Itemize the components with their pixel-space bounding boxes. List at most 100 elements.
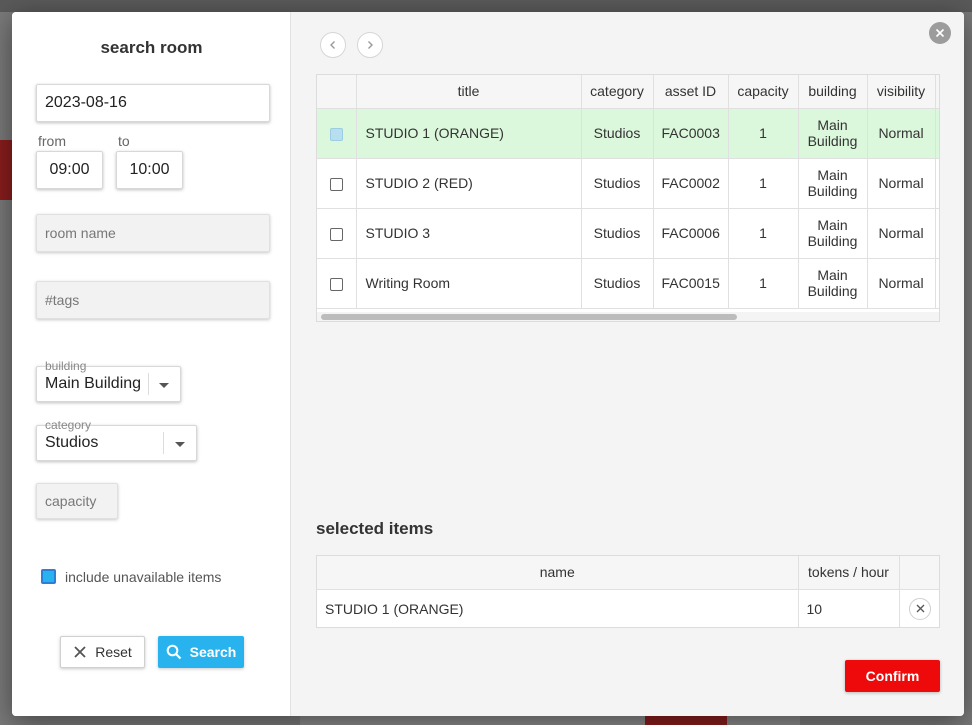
table-row[interactable]: Writing Room Studios FAC0015 1 Main Buil… [317, 258, 939, 309]
row-building: Main Building [798, 158, 868, 209]
row-select-cell [317, 208, 357, 259]
include-unavailable-label: include unavailable items [65, 569, 222, 585]
row-visibility: Normal [867, 158, 936, 209]
row-checkbox[interactable] [329, 177, 343, 191]
row-title: STUDIO 1 (ORANGE) [356, 108, 582, 159]
tags-input[interactable]: #tags [36, 281, 270, 319]
remove-item-button[interactable] [909, 597, 931, 620]
building-select-divider [148, 373, 149, 395]
column-header-name: name [317, 556, 799, 590]
row-building: Main Building [798, 258, 868, 309]
capacity-input[interactable]: capacity [36, 483, 118, 519]
row-category: Studios [581, 108, 654, 159]
search-button[interactable]: Search [158, 636, 244, 668]
column-header-overflow [935, 75, 939, 109]
row-visibility: Normal [867, 108, 936, 159]
building-value: Main Building [45, 375, 142, 392]
chevron-right-icon [368, 41, 373, 49]
row-capacity: 1 [728, 158, 799, 209]
row-checkbox[interactable] [329, 227, 343, 241]
prev-button[interactable] [320, 32, 346, 58]
table-row[interactable]: STUDIO 1 (ORANGE) Studios FAC0003 1 Main… [317, 108, 939, 159]
category-select-divider [163, 432, 164, 454]
column-header-asset-id[interactable]: asset ID [653, 75, 729, 109]
row-asset-id: FAC0015 [653, 258, 729, 309]
row-category: Studios [581, 258, 654, 309]
row-overflow-cell [935, 158, 939, 209]
building-label: building [45, 359, 87, 373]
row-category: Studios [581, 208, 654, 259]
row-building: Main Building [798, 208, 868, 259]
close-icon [935, 28, 945, 38]
close-icon [916, 604, 924, 613]
select-column-header [317, 75, 357, 109]
category-label: category [45, 418, 92, 432]
table-row[interactable]: STUDIO 2 (RED) Studios FAC0002 1 Main Bu… [317, 158, 939, 209]
to-label: to [118, 133, 130, 149]
background-topbar [0, 0, 972, 12]
column-header-actions [899, 556, 939, 590]
from-time-input[interactable]: 09:00 [36, 151, 103, 189]
row-building: Main Building [798, 108, 868, 159]
confirm-button[interactable]: Confirm [845, 660, 940, 692]
chevron-down-icon [175, 442, 185, 447]
dialog-close-button[interactable] [929, 22, 951, 44]
chevron-left-icon [330, 41, 335, 49]
background-sidebar-accent [0, 140, 12, 200]
reset-label: Reset [95, 644, 132, 660]
search-room-dialog: search room 2023-08-16 from to 09:00 10:… [12, 12, 964, 716]
selected-items-table: name tokens / hour STUDIO 1 (ORANGE) 10 [317, 556, 939, 627]
row-select-cell [317, 158, 357, 209]
to-time-input[interactable]: 10:00 [116, 151, 183, 189]
selected-items-table-container: name tokens / hour STUDIO 1 (ORANGE) 10 [316, 555, 940, 628]
selected-item-tokens: 10 [798, 589, 900, 627]
results-table: title category asset ID capacity buildin… [317, 75, 939, 309]
selected-items-title: selected items [316, 519, 434, 538]
row-capacity: 1 [728, 108, 799, 159]
building-select[interactable]: building Main Building [36, 359, 181, 402]
row-capacity: 1 [728, 258, 799, 309]
search-panel: search room 2023-08-16 from to 09:00 10:… [12, 12, 291, 716]
room-name-input[interactable]: room name [36, 214, 270, 252]
category-value: Studios [45, 434, 99, 451]
row-visibility: Normal [867, 258, 936, 309]
reset-button[interactable]: Reset [60, 636, 145, 668]
row-overflow-cell [935, 258, 939, 309]
next-button[interactable] [357, 32, 383, 58]
row-overflow-cell [935, 108, 939, 159]
row-title: STUDIO 2 (RED) [356, 158, 582, 209]
column-header-category[interactable]: category [581, 75, 654, 109]
list-item: STUDIO 1 (ORANGE) 10 [317, 589, 939, 627]
row-title: STUDIO 3 [356, 208, 582, 259]
row-select-cell [317, 258, 357, 309]
panel-title: search room [100, 38, 203, 57]
results-table-container: title category asset ID capacity buildin… [316, 74, 940, 322]
row-select-cell [317, 108, 357, 159]
column-header-building[interactable]: building [798, 75, 868, 109]
results-header-row: title category asset ID capacity buildin… [317, 75, 939, 109]
column-header-title[interactable]: title [356, 75, 582, 109]
chevron-down-icon [159, 383, 169, 388]
category-select[interactable]: category Studios [36, 418, 197, 461]
row-checkbox[interactable] [329, 277, 343, 291]
column-header-visibility[interactable]: visibility [867, 75, 936, 109]
column-header-tokens-per-hour: tokens / hour [798, 556, 900, 590]
table-row[interactable]: STUDIO 3 Studios FAC0006 1 Main Building… [317, 208, 939, 259]
date-input[interactable]: 2023-08-16 [36, 84, 270, 122]
scrollbar-thumb[interactable] [321, 314, 737, 320]
row-category: Studios [581, 158, 654, 209]
from-label: from [38, 133, 66, 149]
row-capacity: 1 [728, 208, 799, 259]
row-asset-id: FAC0006 [653, 208, 729, 259]
selected-header-row: name tokens / hour [317, 556, 939, 590]
row-asset-id: FAC0003 [653, 108, 729, 159]
horizontal-scrollbar[interactable] [317, 312, 939, 321]
row-overflow-cell [935, 208, 939, 259]
search-icon [166, 644, 181, 660]
selected-item-actions [899, 589, 939, 627]
row-checkbox[interactable] [329, 127, 343, 141]
row-title: Writing Room [356, 258, 582, 309]
search-label: Search [189, 644, 237, 660]
include-unavailable-checkbox[interactable] [41, 569, 56, 584]
column-header-capacity[interactable]: capacity [728, 75, 799, 109]
